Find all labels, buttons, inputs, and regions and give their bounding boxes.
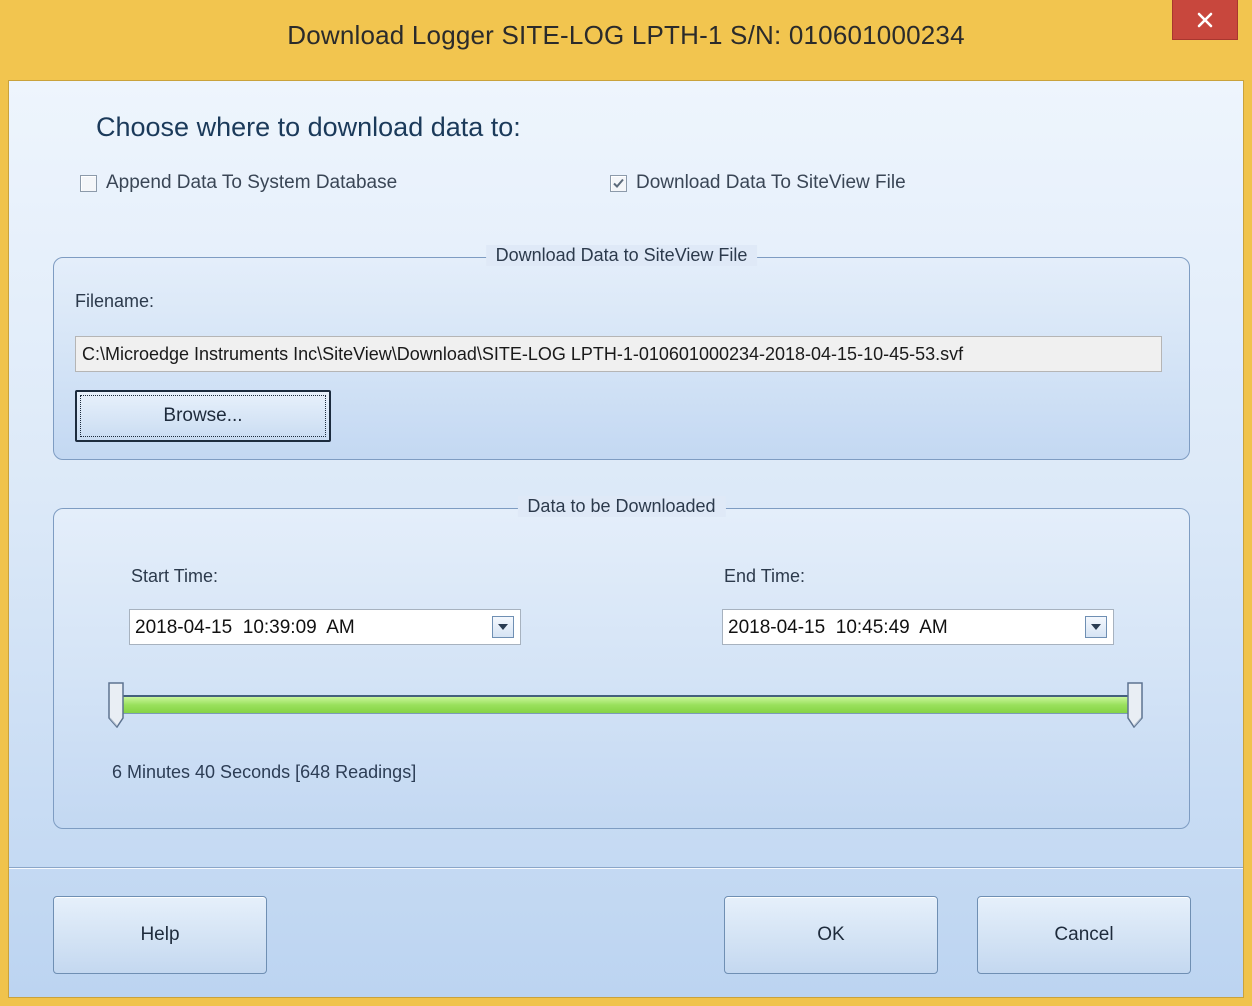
filename-field[interactable]: C:\Microedge Instruments Inc\SiteView\Do… [75,336,1162,372]
siteview-file-checkbox[interactable] [610,174,627,192]
browse-button[interactable]: Browse... [75,390,331,442]
dialog-window: Download Logger SITE-LOG LPTH-1 S/N: 010… [0,0,1252,1006]
chevron-down-icon [498,624,508,630]
title-bar[interactable]: Download Logger SITE-LOG LPTH-1 S/N: 010… [0,0,1252,80]
time-range-slider[interactable] [120,695,1133,714]
end-time-value: 2018-04-15 10:45:49 AM [728,617,948,638]
filename-label: Filename: [75,291,155,311]
ok-button[interactable]: OK [724,896,938,974]
destination-heading: Choose where to download data to: [96,112,521,142]
siteview-file-label: Download Data To SiteView File [636,172,906,193]
range-end-handle[interactable] [1119,682,1143,728]
append-database-checkbox[interactable] [80,174,97,192]
chevron-down-icon [1091,624,1101,630]
help-button[interactable]: Help [53,896,267,974]
window-title: Download Logger SITE-LOG LPTH-1 S/N: 010… [287,20,965,50]
cancel-button[interactable]: Cancel [977,896,1191,974]
end-time-dropdown-button[interactable] [1085,616,1107,638]
data-group-legend: Data to be Downloaded [517,496,726,517]
close-icon [1197,12,1213,27]
close-button[interactable] [1172,0,1238,40]
end-time-label: End Time: [724,566,806,586]
footer-divider [9,867,1243,869]
duration-readout: 6 Minutes 40 Seconds [648 Readings] [112,762,417,782]
start-time-label: Start Time: [131,566,219,586]
file-group-legend: Download Data to SiteView File [485,245,758,266]
append-database-option[interactable]: Append Data To System Database [80,172,397,194]
range-start-handle[interactable] [108,682,132,728]
end-time-dropdown[interactable]: 2018-04-15 10:45:49 AM [722,609,1114,645]
siteview-file-option[interactable]: Download Data To SiteView File [610,172,906,194]
checkmark-icon [613,178,624,188]
start-time-dropdown[interactable]: 2018-04-15 10:39:09 AM [129,609,521,645]
start-time-dropdown-button[interactable] [492,616,514,638]
append-database-label: Append Data To System Database [106,172,398,193]
start-time-value: 2018-04-15 10:39:09 AM [135,617,355,638]
